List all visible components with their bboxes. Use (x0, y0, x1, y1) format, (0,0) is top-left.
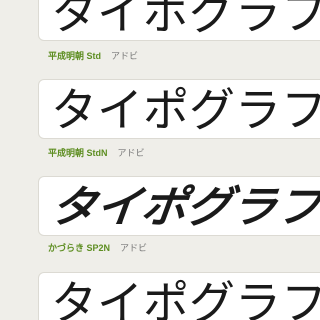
font-card[interactable]: タイポグラフィをク (38, 272, 320, 320)
font-sample-text: タイポグラフィをク (51, 0, 320, 40)
font-card[interactable]: タイポグラフィをク (38, 0, 320, 41)
font-caption: 平成明朝 Std アドビ (48, 50, 138, 62)
font-caption: 平成明朝 StdN アドビ (48, 147, 145, 159)
font-card[interactable]: タイポグラフィをク (38, 176, 320, 236)
font-vendor: アドビ (120, 243, 148, 253)
font-name-link[interactable]: 平成明朝 StdN (48, 148, 108, 158)
font-sample-text: タイポグラフィをク (51, 83, 320, 137)
font-name-link[interactable]: 平成明朝 Std (48, 51, 101, 61)
font-name-link[interactable]: かづらき SP2N (48, 243, 110, 253)
font-vendor: アドビ (111, 51, 139, 61)
font-caption: かづらき SP2N アドビ (48, 242, 147, 254)
font-sample-text: タイポグラフィをク (48, 181, 320, 233)
font-sample-text: タイポグラフィをク (51, 276, 320, 320)
font-vendor: アドビ (117, 148, 145, 158)
font-preview-list: タイポグラフィをク 平成明朝 Std アドビ タイポグラフィをク 平成明朝 Std… (0, 0, 320, 320)
font-card[interactable]: タイポグラフィをク (38, 79, 320, 139)
